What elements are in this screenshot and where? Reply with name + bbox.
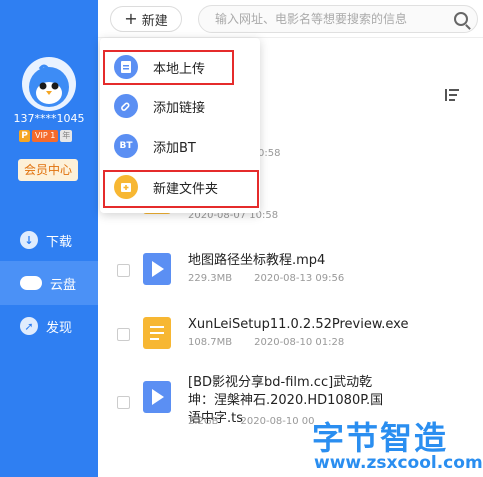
file-meta: 108.7MB 2020-08-10 01:28 [188,337,344,348]
file-size: 229.3MB [188,273,233,284]
nav-item-download[interactable]: ↓ 下载 [0,218,98,262]
highlight-box [103,170,259,208]
file-name: XunLeiSetup11.0.2.52Preview.exe [188,317,409,332]
file-row[interactable]: 地图路径坐标教程.mp4 229.3MB 2020-08-13 09:56 [98,240,483,310]
watermark-url: www.zsxcool.com [314,453,483,473]
bird-avatar-icon [29,64,69,107]
file-name: 地图路径坐标教程.mp4 [188,253,326,268]
points-badge: P [19,130,30,142]
file-row[interactable]: XunLeiSetup11.0.2.52Preview.exe 108.7MB … [98,304,483,374]
menu-item-label: 添加链接 [153,100,206,116]
year-badge: 年 [60,130,73,142]
vip-badge: VIP 1 [32,130,59,142]
toolbar: + 新建 [98,0,483,38]
menu-item-label: 添加BT [153,140,196,156]
nav-item-label: 云盘 [50,277,77,293]
menu-item-add-link[interactable]: 添加链接 [100,88,260,124]
row-checkbox[interactable] [117,396,130,409]
document-file-icon [143,317,171,349]
plus-icon: + [124,9,138,28]
cloud-icon [20,276,42,290]
file-date: 2020-08-10 01:28 [254,337,345,348]
file-date: 2020-08-10 00 [240,416,315,427]
file-meta: 2.2GB 2020-08-10 00 [188,416,315,427]
badge-row: P VIP 1 年 [19,130,73,143]
search-box [198,5,478,33]
file-size: 108.7MB [188,337,233,348]
video-file-icon [143,381,171,413]
file-date: 0:58 [258,148,281,159]
link-icon [114,94,138,118]
sidebar: 137****1045 P VIP 1 年 会员中心 ↓ 下载 云盘 ➚ 发现 [0,0,98,477]
download-icon: ↓ [20,231,38,249]
search-input[interactable] [199,6,444,32]
avatar[interactable] [22,57,76,111]
row-checkbox[interactable] [117,328,130,341]
video-file-icon [143,253,171,285]
sort-icon[interactable] [445,89,459,101]
watermark: 字节智造 www.zsxcool.com [312,413,483,475]
file-date: 2020-08-13 09:56 [254,273,345,284]
nav-item-discover[interactable]: ➚ 发现 [0,304,98,348]
member-center-button[interactable]: 会员中心 [18,159,78,181]
file-meta: 229.3MB 2020-08-13 09:56 [188,273,344,284]
compass-icon: ➚ [20,317,38,335]
new-button-label: 新建 [141,13,168,29]
row-checkbox[interactable] [117,264,130,277]
menu-item-add-bt[interactable]: BT 添加BT [100,128,260,164]
highlight-box [103,50,234,85]
search-icon[interactable] [454,12,468,26]
nav-item-label: 下载 [46,234,73,250]
nav-item-label: 发现 [46,320,73,336]
nav-item-cloud[interactable]: 云盘 [0,261,98,305]
new-button[interactable]: + 新建 [110,6,182,32]
username: 137****1045 [13,112,85,125]
bt-icon: BT [114,134,138,158]
file-size: 2.2GB [188,416,219,427]
